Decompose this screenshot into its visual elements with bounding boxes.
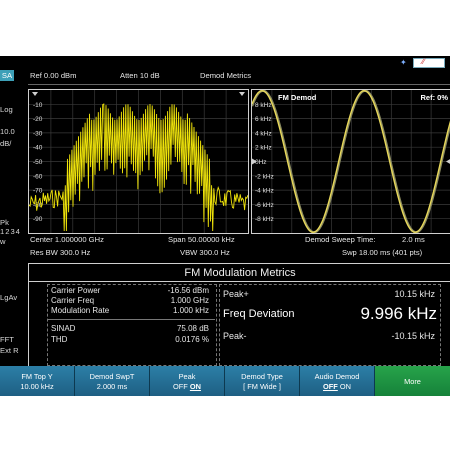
demod-swpt-softkey[interactable]: Demod SwpT 2.000 ms [75, 366, 150, 396]
measurement-name: Demod Metrics [200, 71, 252, 80]
trace-numbers: 1234 [0, 227, 21, 236]
toggle-off: OFF [173, 382, 188, 391]
metrics-left-divider [48, 319, 215, 320]
peak-plus-value: 10.15 kHz [394, 289, 435, 299]
y-tick-label: -6 kHz [255, 202, 274, 209]
trigger-label: Ext R [0, 346, 19, 355]
usb-icon: ✦ [400, 58, 407, 67]
peak-minus-value: -10.15 kHz [391, 331, 435, 341]
video-bandwidth: VBW 300.0 Hz [180, 248, 230, 257]
softkey-toggle: OFF ON [150, 382, 224, 391]
sinad-value: 75.08 dB [176, 324, 209, 333]
metrics-divider [29, 281, 450, 282]
softkey-value: [ FM Wide ] [243, 382, 281, 391]
softkey-label: Demod Type [241, 372, 283, 381]
softkey-label: Demod SwpT [89, 372, 135, 381]
scale-type: Log [0, 105, 13, 114]
span: Span 50.00000 kHz [168, 235, 235, 244]
y-tick-label: 8 kHz [255, 102, 272, 109]
average-type: LgAv [0, 293, 18, 302]
carrier-power-label: Carrier Power [51, 286, 101, 295]
fm-top-y-softkey[interactable]: FM Top Y 10.00 kHz [0, 366, 75, 396]
resolution-bandwidth: Res BW 300.0 Hz [30, 248, 91, 257]
mode-indicator[interactable]: SA [0, 70, 14, 81]
trace-mode: w [0, 237, 6, 246]
divider [28, 84, 450, 85]
toggle-on: ON [339, 382, 351, 391]
toggle-on-selected: ON [189, 382, 201, 391]
softkey-label: Audio Demod [314, 372, 360, 381]
more-softkey[interactable]: More [375, 366, 450, 396]
y-tick-label: 4 kHz [255, 130, 272, 137]
y-tick-label: -50 [33, 159, 43, 166]
y-tick-label: -20 [33, 116, 43, 123]
metrics-panel: FM Modulation Metrics Carrier Power -16.… [28, 263, 450, 368]
fm-demod-title: FM Demod [278, 93, 317, 102]
y-tick-label: -2 kHz [255, 173, 274, 180]
peak-softkey[interactable]: Peak OFF ON [150, 366, 225, 396]
softkey-label: Peak [178, 372, 196, 381]
demod-type-softkey[interactable]: Demod Type [ FM Wide ] [225, 366, 300, 396]
sinad-label: SINAD [51, 324, 76, 333]
thd-label: THD [51, 335, 68, 344]
reference-level: Ref 0.00 dBm [30, 71, 77, 80]
peak-minus-label: Peak- [223, 331, 247, 341]
scale-value: 10.0 [0, 127, 15, 136]
toggle-off-selected: OFF [323, 382, 338, 391]
marker-right-icon [239, 92, 245, 96]
softkey-value: 10.00 kHz [20, 382, 54, 391]
y-tick-label: -30 [33, 130, 43, 137]
spectrum-plot[interactable]: -10 -20 -30 -40 -50 -60 -70 -80 -90 [28, 89, 249, 234]
fm-demod-plot[interactable]: 8 kHz 6 kHz 4 kHz 2 kHz 0Hz -2 kHz -4 kHz -6 kH… [251, 89, 450, 234]
freq-deviation-label: Freq Deviation [223, 308, 295, 320]
y-tick-label: -70 [33, 188, 43, 195]
metrics-title: FM Modulation Metrics [184, 267, 296, 279]
modulation-rate-value: 1.000 kHz [172, 306, 209, 315]
softkey-toggle: OFF ON [300, 382, 374, 391]
y-tick-label: -40 [33, 145, 43, 152]
y-tick-label: -4 kHz [255, 188, 274, 195]
spectrum-graph: -10-20-30-40-50-60-70-80-90 [29, 90, 248, 233]
attenuation: Atten 10 dB [120, 71, 160, 80]
status-indicator [413, 58, 445, 68]
y-tick-label: 0Hz [255, 159, 267, 166]
softkey-label: More [404, 377, 421, 386]
y-tick-label: -60 [33, 173, 43, 180]
fm-demod-ref: Ref: 0% [420, 93, 448, 102]
carrier-power-value: -16.56 dBm [167, 286, 209, 295]
center-frequency: Center 1.000000 GHz [30, 235, 104, 244]
sweep-info: Swp 18.00 ms (401 pts) [342, 248, 423, 257]
demod-sweep-time-label: Demod Sweep Time: [305, 235, 376, 244]
audio-demod-softkey[interactable]: Audio Demod OFF ON [300, 366, 375, 396]
y-tick-label: -90 [33, 216, 43, 223]
fft-label: FFT [0, 335, 14, 344]
y-tick-label: 2 kHz [255, 145, 272, 152]
wave-icon: ∕∕ [422, 57, 425, 66]
softkey-value: 2.000 ms [96, 382, 128, 391]
thd-value: 0.0176 % [175, 335, 209, 344]
peak-plus-label: Peak+ [223, 289, 249, 299]
y-tick-label: -8 kHz [255, 216, 274, 223]
detector: Pk [0, 218, 9, 227]
y-tick-label: -10 [33, 102, 43, 109]
scale-unit: dB/ [0, 139, 12, 148]
demod-sweep-time-value: 2.0 ms [402, 235, 425, 244]
freq-deviation-value: 9.996 kHz [360, 304, 437, 323]
carrier-freq-label: Carrier Freq [51, 296, 95, 305]
fm-demod-graph: 8 kHz 6 kHz 4 kHz 2 kHz 0Hz -2 kHz -4 kHz -6 kH… [252, 90, 450, 233]
modulation-rate-label: Modulation Rate [51, 306, 110, 315]
y-tick-label: 6 kHz [255, 116, 272, 123]
softkey-label: FM Top Y [21, 372, 53, 381]
carrier-freq-value: 1.000 GHz [170, 296, 209, 305]
status-bar: ✦ ∕∕ [0, 56, 450, 69]
analyzer-screen: ✦ ∕∕ SA Ref 0.00 dBm Atten 10 dB Demod M… [0, 56, 450, 396]
marker-left-icon [32, 92, 38, 96]
zero-marker-right-icon [446, 159, 450, 164]
